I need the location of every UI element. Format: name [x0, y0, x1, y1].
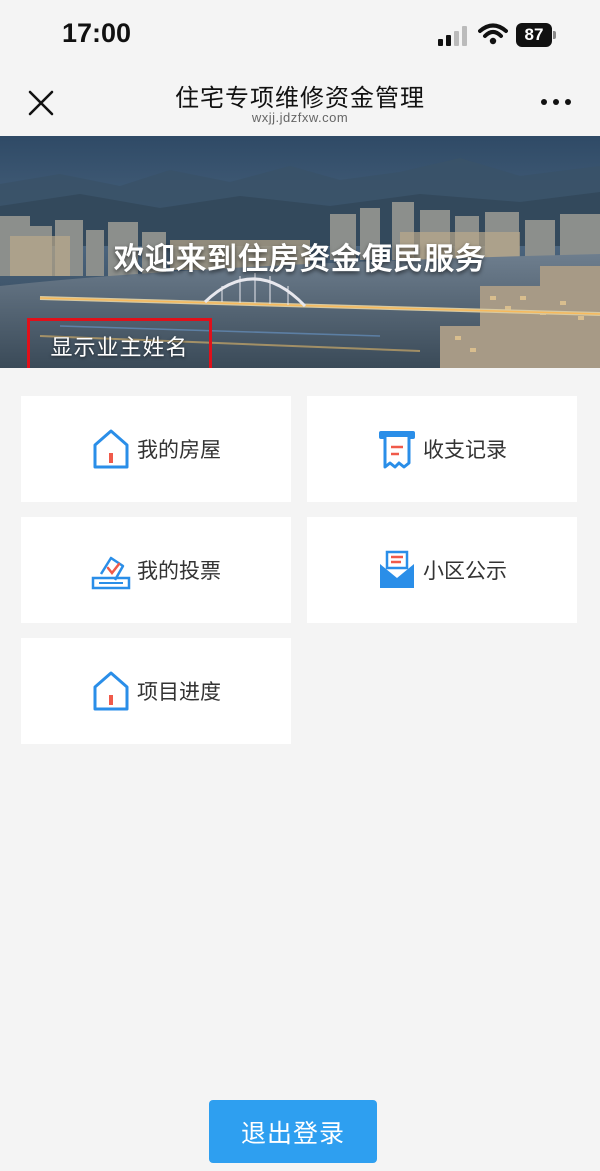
menu-community-notice[interactable]: 小区公示 — [307, 517, 577, 623]
status-time: 17:00 — [62, 18, 132, 48]
receipt-icon — [377, 427, 417, 471]
close-button[interactable] — [22, 84, 60, 122]
notice-envelope-icon — [377, 548, 417, 592]
nav-bar: 住宅专项维修资金管理 wxjj.jdzfxw.com — [0, 70, 600, 136]
house-icon — [91, 669, 131, 713]
menu-project-progress[interactable]: 项目进度 — [21, 638, 291, 744]
menu-my-vote[interactable]: 我的投票 — [21, 517, 291, 623]
menu-label: 小区公示 — [423, 559, 507, 583]
house-icon — [91, 427, 131, 471]
more-icon — [541, 99, 547, 105]
wifi-icon — [478, 23, 508, 45]
more-button[interactable] — [536, 90, 576, 114]
menu-my-house[interactable]: 我的房屋 — [21, 396, 291, 502]
battery-level: 87 — [516, 23, 552, 47]
status-bar: 17:00 87 — [0, 0, 600, 70]
menu-label: 项目进度 — [137, 680, 221, 704]
page-title: 住宅专项维修资金管理 — [175, 84, 425, 112]
owner-name-label: 显示业主姓名 — [27, 318, 212, 368]
menu-label: 收支记录 — [423, 438, 507, 462]
logout-button[interactable]: 退出登录 — [209, 1100, 377, 1163]
menu-label: 我的房屋 — [137, 438, 221, 462]
menu-transactions[interactable]: 收支记录 — [307, 396, 577, 502]
battery-icon: 87 — [516, 23, 556, 47]
welcome-banner: 欢迎来到住房资金便民服务 显示业主姓名 — [0, 136, 600, 368]
banner-title: 欢迎来到住房资金便民服务 — [114, 242, 486, 277]
close-icon — [28, 90, 54, 116]
signal-icon — [438, 26, 467, 46]
page-url: wxjj.jdzfxw.com — [251, 110, 349, 125]
ballot-icon — [91, 548, 131, 592]
menu-label: 我的投票 — [137, 559, 221, 583]
